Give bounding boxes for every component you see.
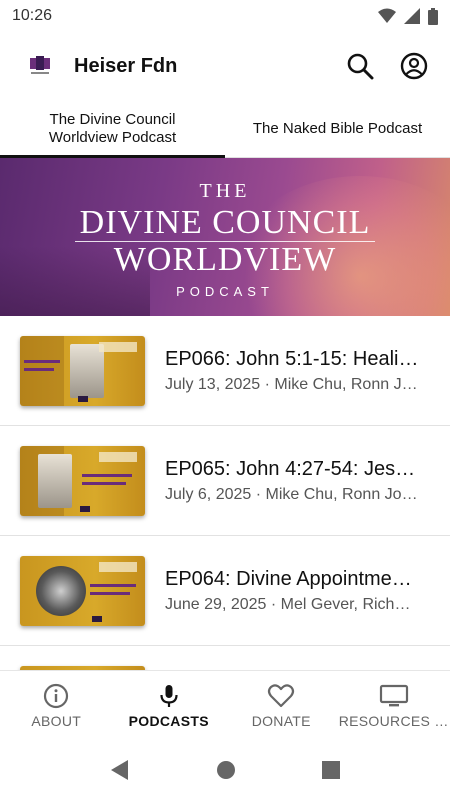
tab-label: The Divine Council Worldview Podcast <box>48 110 177 146</box>
episode-title: EP064: Divine Appointme… <box>165 568 412 590</box>
bottom-navigation: ABOUT PODCASTS DONATE RESOURCES & … <box>0 670 450 740</box>
episode-meta: June 29, 2025 · Mel Gever, Rich… <box>165 596 411 613</box>
heart-icon <box>268 683 295 707</box>
tab-divine-council[interactable]: The Divine Council Worldview Podcast <box>0 100 225 158</box>
episode-meta: July 6, 2025 · Mike Chu, Ronn Jo… <box>165 486 418 503</box>
nav-label: PODCASTS <box>128 712 209 729</box>
podcast-tabs: The Divine Council Worldview Podcast The… <box>0 100 450 158</box>
home-icon[interactable] <box>216 760 236 780</box>
status-icons <box>378 7 438 25</box>
app-bar: Heiser Fdn <box>0 32 450 100</box>
foundation-logo <box>26 52 54 80</box>
banner-title: THE DIVINE COUNCIL WORLDVIEW PODCAST <box>0 180 450 299</box>
episode-thumbnail <box>20 445 145 516</box>
nav-label: RESOURCES & … <box>338 712 449 729</box>
tab-label: The Naked Bible Podcast <box>252 119 423 137</box>
microphone-icon <box>160 684 178 707</box>
back-icon[interactable] <box>110 759 130 781</box>
account-button[interactable] <box>394 46 434 86</box>
account-icon <box>400 52 428 80</box>
episode-row[interactable]: EP066: John 5:1-15: Heali… July 13, 2025… <box>0 316 450 426</box>
nav-label: ABOUT <box>31 712 82 729</box>
search-icon <box>347 53 374 80</box>
episode-row[interactable]: EP065: John 4:27-54: Jes… July 6, 2025 ·… <box>0 426 450 536</box>
tv-icon <box>379 684 408 706</box>
nav-resources[interactable]: RESOURCES & … <box>338 671 450 740</box>
episode-row[interactable] <box>0 646 450 670</box>
episode-list: EP066: John 5:1-15: Heali… July 13, 2025… <box>0 316 450 670</box>
nav-donate[interactable]: DONATE <box>225 671 338 740</box>
system-navigation <box>0 740 450 800</box>
banner-subtitle: PODCAST <box>176 284 274 299</box>
episode-title: EP065: John 4:27-54: Jes… <box>165 458 416 480</box>
nav-podcasts[interactable]: PODCASTS <box>113 671 226 740</box>
signal-icon <box>404 8 420 24</box>
nav-label: DONATE <box>251 712 311 729</box>
status-bar: 10:26 <box>0 0 450 32</box>
tab-naked-bible[interactable]: The Naked Bible Podcast <box>225 100 450 157</box>
podcast-banner: THE DIVINE COUNCIL WORLDVIEW PODCAST <box>0 158 450 316</box>
banner-line1: DIVINE COUNCIL <box>79 204 371 241</box>
info-icon <box>44 683 69 708</box>
recents-icon[interactable] <box>322 761 340 779</box>
episode-thumbnail <box>20 335 145 406</box>
banner-the: THE <box>199 180 251 202</box>
wifi-icon <box>378 8 396 23</box>
episode-thumbnail <box>20 555 145 626</box>
app-title: Heiser Fdn <box>74 54 178 77</box>
search-button[interactable] <box>340 46 380 86</box>
status-time: 10:26 <box>12 7 53 24</box>
episode-meta: July 13, 2025 · Mike Chu, Ronn J… <box>165 376 418 393</box>
battery-icon <box>428 7 438 25</box>
episode-title: EP066: John 5:1-15: Heali… <box>165 348 419 370</box>
episode-row[interactable]: EP064: Divine Appointme… June 29, 2025 ·… <box>0 536 450 646</box>
banner-line2: WORLDVIEW <box>113 241 337 278</box>
nav-about[interactable]: ABOUT <box>0 671 113 740</box>
